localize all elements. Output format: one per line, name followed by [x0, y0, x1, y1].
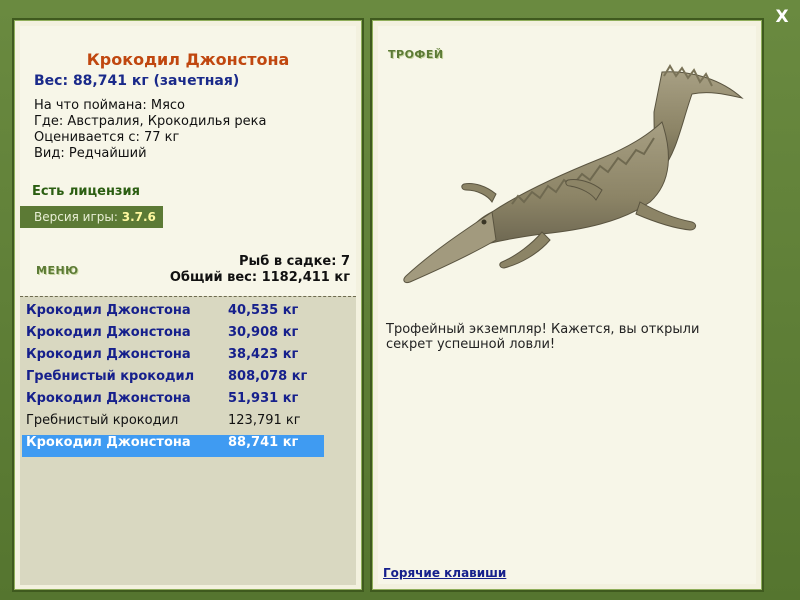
catch-weight: 88,741 кг: [228, 435, 299, 450]
trophy-description: Трофейный экземпляр! Кажется, вы открыли…: [386, 322, 700, 352]
license-status: Есть лицензия: [32, 184, 140, 199]
catch-row[interactable]: Крокодил Джонстона 40,535 кг: [22, 303, 324, 325]
catch-row[interactable]: Крокодил Джонстона 30,908 кг: [22, 325, 324, 347]
catch-row-selected[interactable]: Крокодил Джонстона 88,741 кг: [22, 435, 324, 457]
fish-name: Крокодил Джонстона: [86, 50, 290, 69]
catch-row[interactable]: Гребнистый крокодил 808,078 кг: [22, 369, 324, 391]
fish-info-inner: Крокодил Джонстона Вес: 88,741 кг (зачет…: [20, 26, 356, 585]
catch-row[interactable]: Гребнистый крокодил 123,791 кг: [22, 413, 324, 435]
catch-weight: 38,423 кг: [228, 347, 299, 362]
catch-row[interactable]: Крокодил Джонстона 38,423 кг: [22, 347, 324, 369]
catch-name: Крокодил Джонстона: [26, 347, 191, 362]
catch-weight: 30,908 кг: [228, 325, 299, 340]
fish-rarity: Вид: Редчайший: [34, 146, 147, 161]
catch-row[interactable]: Крокодил Джонстона 51,931 кг: [22, 391, 324, 413]
fish-value: Оценивается с: 77 кг: [34, 130, 180, 145]
catch-name: Гребнистый крокодил: [26, 369, 195, 384]
version-bar: Версия игры: 3.7.6: [20, 206, 163, 228]
close-icon[interactable]: X: [770, 6, 794, 28]
fish-bait: На что поймана: Мясо: [34, 98, 186, 113]
catch-name: Гребнистый крокодил: [26, 413, 179, 428]
fish-location: Где: Австралия, Крокодилья река: [34, 114, 267, 129]
fish-info-panel: Крокодил Джонстона Вес: 88,741 кг (зачет…: [12, 18, 364, 592]
crocodile-image: [403, 64, 744, 283]
menu-button[interactable]: МЕНЮ: [36, 264, 79, 277]
catch-weight: 40,535 кг: [228, 303, 299, 318]
trophy-inner: ТРОФЕЙ Трофейный экземпляр! Кажется, вы …: [378, 26, 756, 584]
catch-name: Крокодил Джонстона: [26, 435, 191, 450]
version-value: 3.7.6: [121, 210, 156, 224]
catch-weight: 51,931 кг: [228, 391, 299, 406]
catch-list: Крокодил Джонстона 40,535 кг Крокодил Дж…: [20, 296, 356, 585]
catch-weight: 123,791 кг: [228, 413, 301, 428]
trophy-label: ТРОФЕЙ: [388, 48, 444, 61]
catch-name: Крокодил Джонстона: [26, 303, 191, 318]
catch-name: Крокодил Джонстона: [26, 391, 191, 406]
keepnet-count: Рыб в садке: 7: [238, 254, 350, 269]
fish-weight: Вес: 88,741 кг (зачетная): [34, 73, 240, 89]
keepnet-total-weight: Общий вес: 1182,411 кг: [169, 270, 350, 285]
trophy-panel: ТРОФЕЙ Трофейный экземпляр! Кажется, вы …: [370, 18, 764, 592]
version-label: Версия игры:: [34, 210, 122, 224]
catch-weight: 808,078 кг: [228, 369, 308, 384]
hotkeys-link[interactable]: Горячие клавиши: [383, 566, 506, 580]
catch-name: Крокодил Джонстона: [26, 325, 191, 340]
